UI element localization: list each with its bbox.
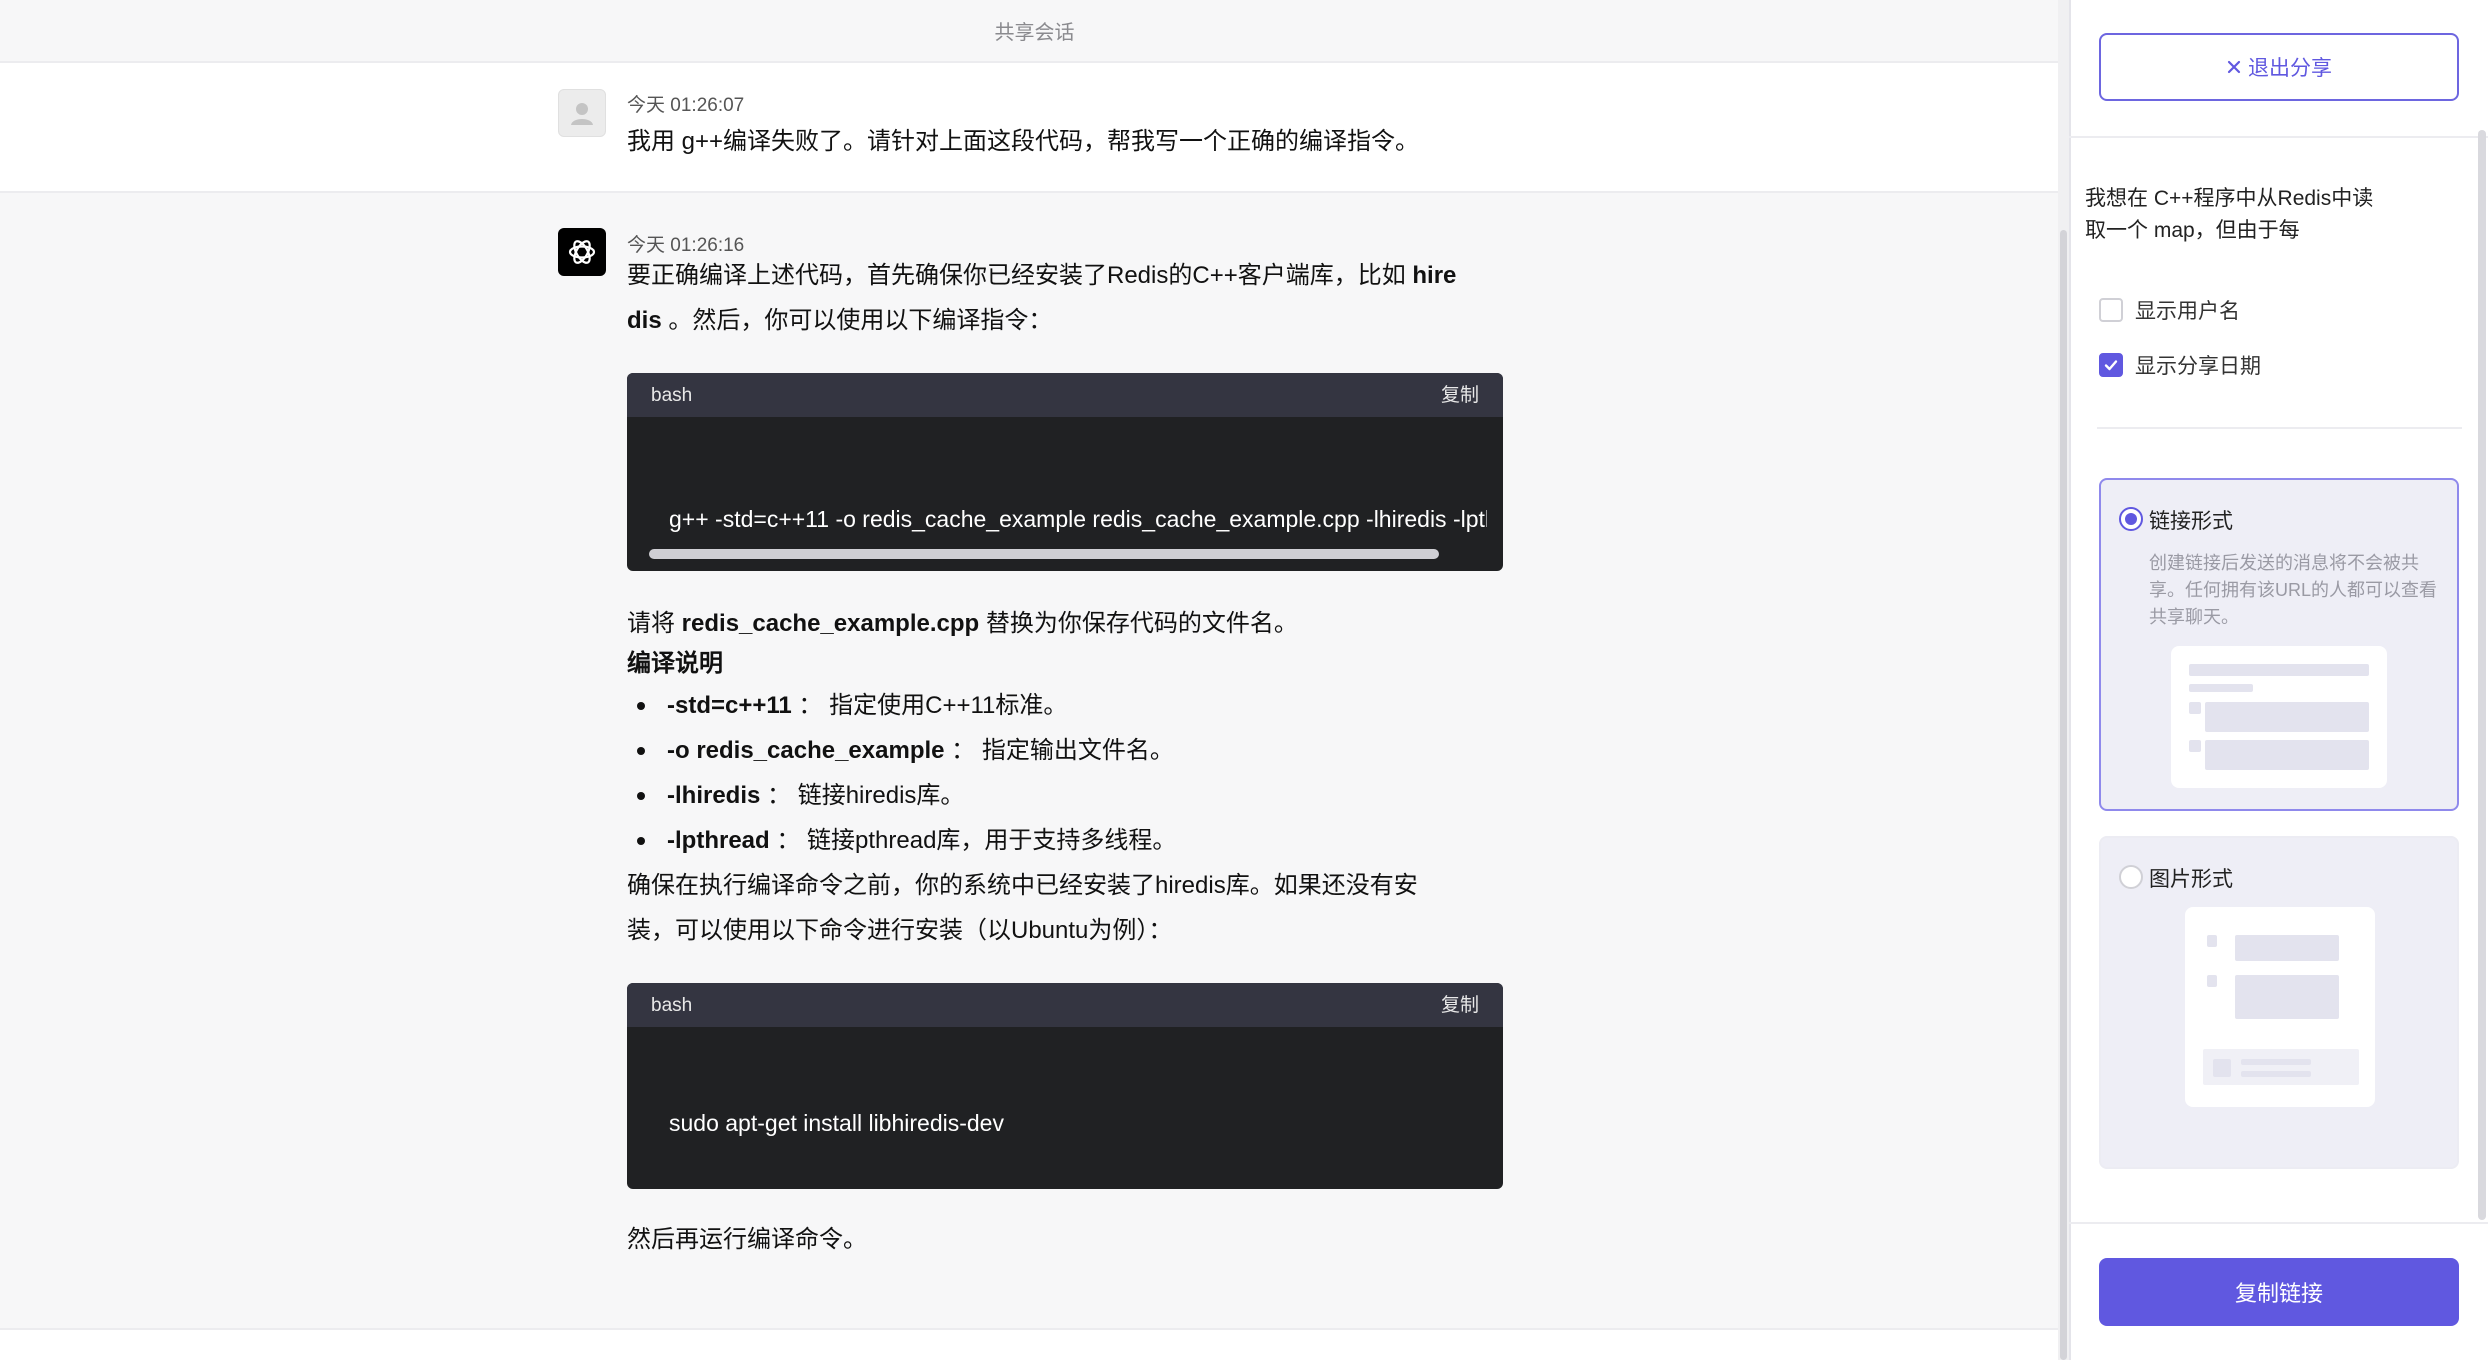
option-flag: -lpthread [667,827,770,854]
option-flag: -std=c++11 [667,692,792,719]
section-title: 编译说明 [627,650,723,677]
intro-bold: dis [627,307,662,334]
message-text: 我用 g++编译失败了。请针对上面这段代码，帮我写一个正确的编译指令。 [627,128,1420,155]
preview-bar [2241,1059,2311,1065]
exit-share-label: 退出分享 [2248,57,2332,80]
image-format-radio[interactable] [2119,865,2143,889]
note-text: 请将 [627,610,682,637]
preview-line: 我想在 C++程序中从Redis中读 [2085,187,2374,210]
copy-code-button[interactable]: 复制 [1441,983,1479,1028]
preview-dot [2189,702,2201,714]
list-item: -o redis_cache_example ： 指定输出文件名。 [627,728,1507,773]
option-sep: ： [760,782,798,809]
intro-bold: hire [1412,262,1457,289]
chat-header: 共享会话 [0,0,2069,63]
code-scrollbar-thumb[interactable] [649,549,1439,559]
intro-text: 要正确编译上述代码，首先确保你已经安装了Redis的C++客户端库，比如 [627,262,1413,289]
option-desc: 链接pthread库，用于支持多线程。 [807,827,1177,854]
code-scrollbar[interactable] [649,541,1481,571]
image-format-title: 图片形式 [2149,868,2233,891]
image-format-option[interactable]: 图片形式 [2099,836,2459,1169]
code-content: sudo apt-get install libhiredis-dev [669,1110,1004,1136]
code-header: bash 复制 [627,373,1503,417]
chat-area: 共享会话 今天 01:26:07 我用 g++编译失败了。请针对上面这段代码，帮… [0,0,2069,1360]
show-username-checkbox[interactable] [2099,298,2123,322]
preview-bar [2235,975,2339,1019]
options-list: -std=c++11 ： 指定使用C++11标准。 -o redis_cache… [627,683,1507,863]
preview-bar [2241,1071,2311,1077]
message-tail [0,1330,2069,1360]
check-icon [2104,360,2118,371]
option-flag: -lhiredis [667,782,761,809]
code-header: bash 复制 [627,983,1503,1027]
message-timestamp: 今天 01:26:07 [627,95,745,116]
note-filename: redis_cache_example.cpp [681,610,980,637]
option-flag: -o redis_cache_example [667,737,945,764]
page-title: 共享会话 [994,22,1075,44]
option-desc: 链接hiredis库。 [797,782,965,809]
message-content: 要正确编译上述代码，首先确保你已经安装了Redis的C++客户端库，比如 hir… [627,253,1507,1262]
code-language: bash [651,994,693,1016]
copy-code-button[interactable]: 复制 [1441,373,1479,418]
close-icon [2226,59,2242,75]
user-avatar-icon [558,89,606,137]
preview-bar [2189,684,2253,692]
main-scrollbar-thumb[interactable] [2060,230,2067,1360]
preview-dot [2207,935,2217,947]
assistant-message: 今天 01:26:16 要正确编译上述代码，首先确保你已经安装了Redis的C+… [0,193,2069,1330]
final-note: 然后再运行编译命令。 [627,1226,867,1253]
show-username-option[interactable]: 显示用户名 [2099,295,2240,325]
preview-bar [2189,664,2369,676]
preview-dot [2207,975,2217,987]
code-block: bash 复制 g++ -std=c++11 -o redis_cache_ex… [627,373,1503,571]
list-item: -lhiredis ： 链接hiredis库。 [627,773,1507,818]
share-preview-text: 我想在 C++程序中从Redis中读 取一个 map，但由于每 [2085,183,2425,247]
user-message: 今天 01:26:07 我用 g++编译失败了。请针对上面这段代码，帮我写一个正… [0,63,2069,193]
preview-bar [2205,740,2369,770]
option-sep: ： [769,827,808,854]
code-content: g++ -std=c++11 -o redis_cache_example re… [669,506,1487,532]
ensure-line-1: 确保在执行编译命令之前，你的系统中已经安装了hiredis库。如果还没有安 [627,872,1418,899]
link-format-radio[interactable] [2119,507,2143,531]
openai-logo-icon [558,228,606,276]
image-format-preview [2185,907,2375,1107]
code-block: bash 复制 sudo apt-get install libhiredis-… [627,983,1503,1189]
show-date-checkbox[interactable] [2099,353,2123,377]
panel-scrollbar[interactable] [2478,130,2486,1220]
preview-dot [2213,1059,2231,1077]
show-date-label: 显示分享日期 [2135,355,2261,378]
intro-line-2: dis 。然后，你可以使用以下编译指令： [627,298,1507,343]
intro-text: 。然后，你可以使用以下编译指令： [661,307,1053,334]
divider [2097,427,2462,429]
main-scrollbar[interactable] [2058,0,2069,1360]
code-language: bash [651,384,693,406]
exit-share-button[interactable]: 退出分享 [2099,33,2459,101]
link-format-desc: 创建链接后发送的消息将不会被共享。任何拥有该URL的人都可以查看共享聊天。 [2149,553,2438,627]
ensure-line-2: 装，可以使用以下命令进行安装（以Ubuntu为例）： [627,917,1173,944]
divider [2069,136,2488,138]
show-date-option[interactable]: 显示分享日期 [2099,350,2261,380]
note-text: 替换为你保存代码的文件名。 [979,610,1298,637]
replace-note: 请将 redis_cache_example.cpp 替换为你保存代码的文件名。 [627,601,1507,646]
list-item: -lpthread ： 链接pthread库，用于支持多线程。 [627,818,1507,863]
link-format-title: 链接形式 [2149,510,2233,533]
link-format-option[interactable]: 链接形式 创建链接后发送的消息将不会被共享。任何拥有该URL的人都可以查看共享聊… [2099,478,2459,811]
option-desc: 指定输出文件名。 [981,737,1174,764]
list-item: -std=c++11 ： 指定使用C++11标准。 [627,683,1507,728]
show-username-label: 显示用户名 [2135,300,2240,323]
link-format-preview [2171,646,2387,788]
preview-dot [2189,740,2201,752]
option-sep: ： [944,737,982,764]
intro-line-1: 要正确编译上述代码，首先确保你已经安装了Redis的C++客户端库，比如 hir… [627,253,1507,298]
option-sep: ： [791,692,830,719]
option-desc: 指定使用C++11标准。 [829,692,1068,719]
preview-bar [2205,702,2369,732]
preview-line: 取一个 map，但由于每 [2085,219,2300,242]
copy-link-button[interactable]: 复制链接 [2099,1258,2459,1326]
divider [2069,1222,2488,1224]
preview-bar [2235,935,2339,961]
